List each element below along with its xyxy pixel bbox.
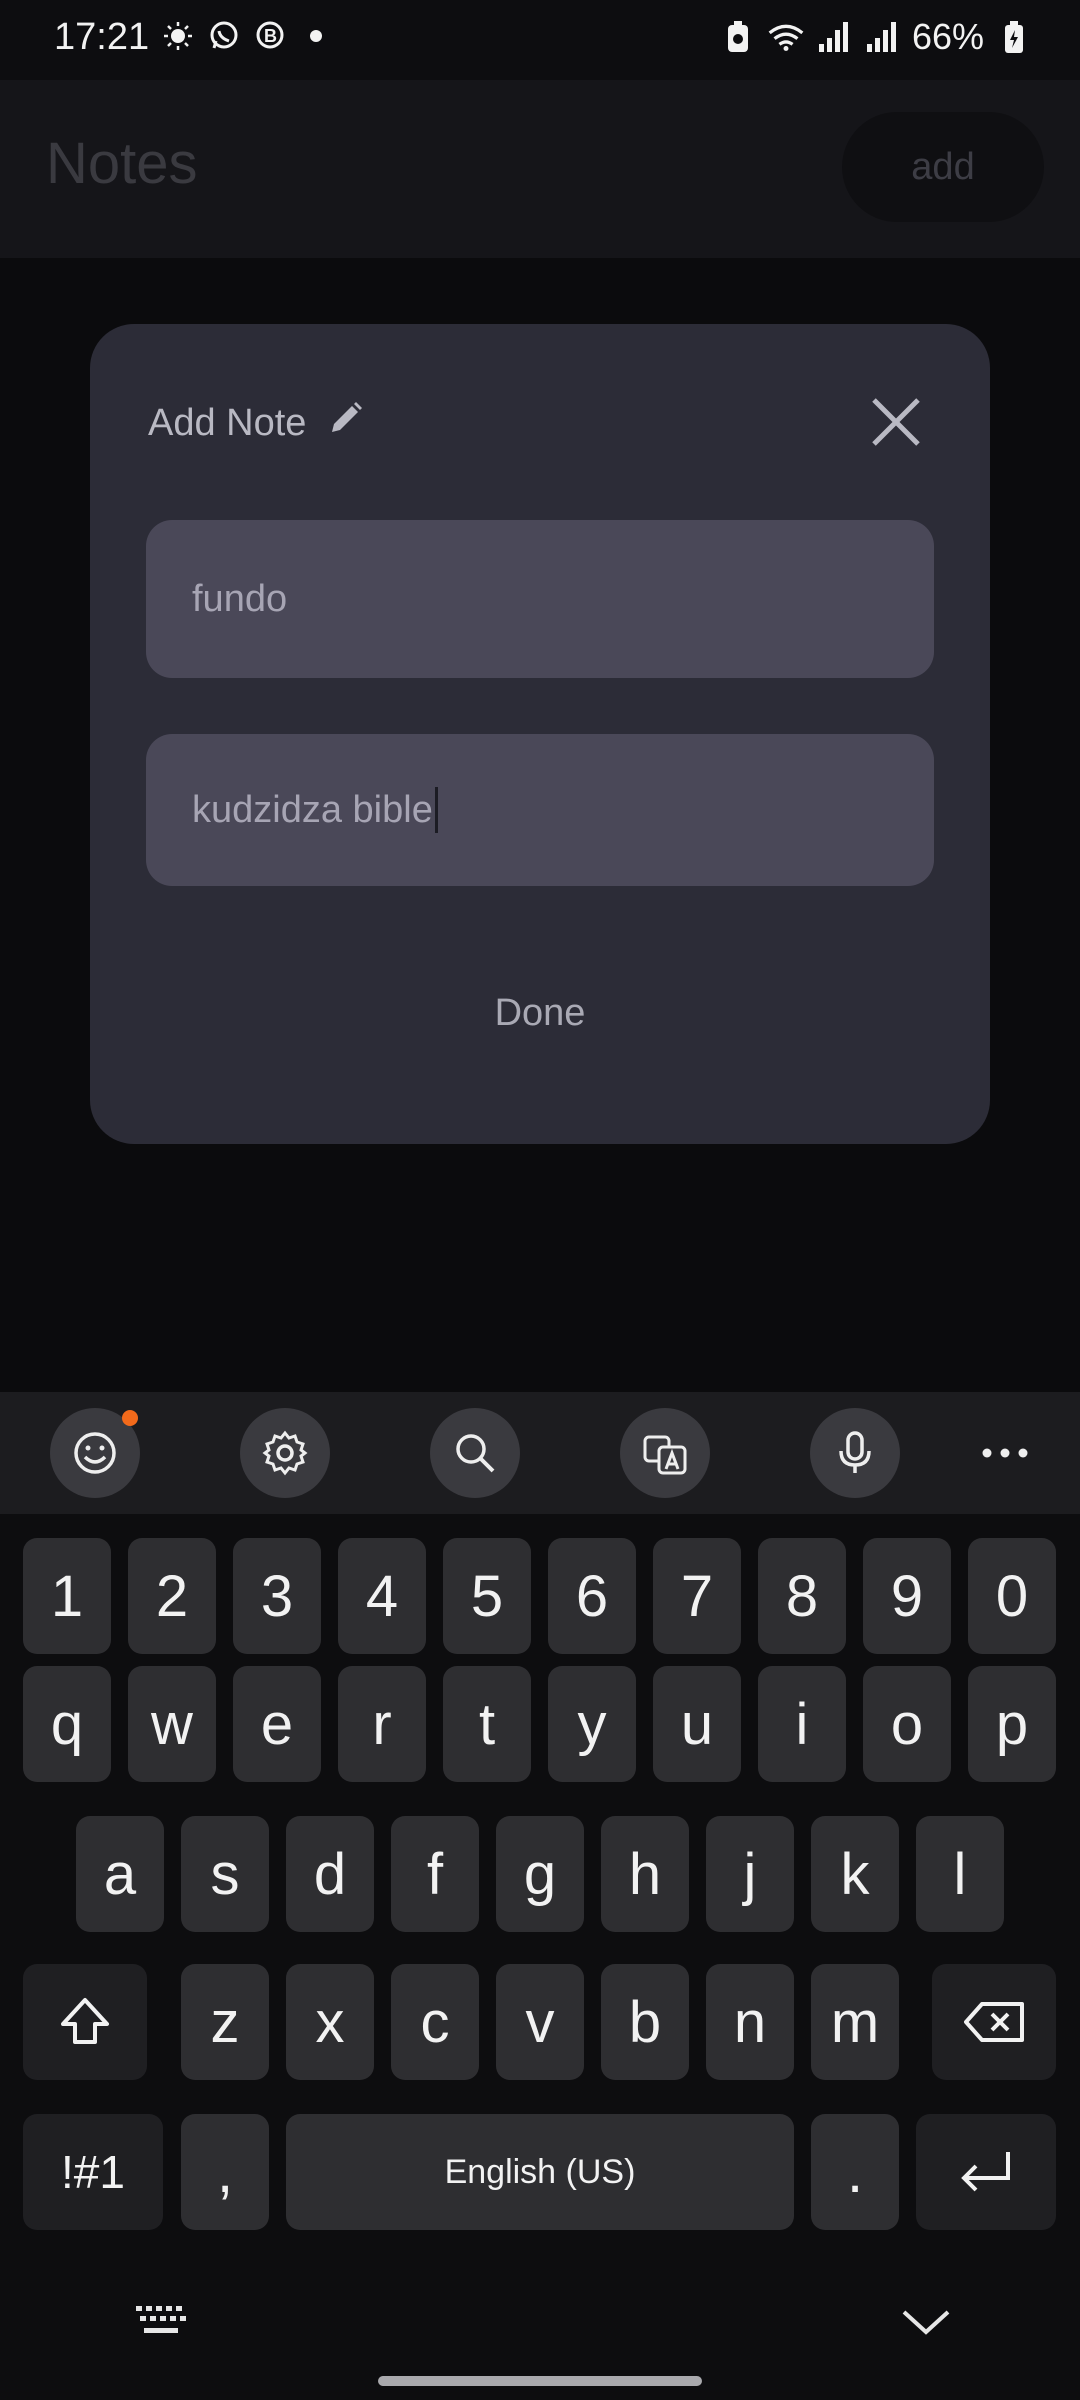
- key-4[interactable]: 4: [338, 1538, 426, 1654]
- key-s[interactable]: s: [181, 1816, 269, 1932]
- backspace-key[interactable]: [932, 1964, 1056, 2080]
- keyboard: 1 2 3 4 5 6 7 8 9 0 q w e r t y u i o p …: [0, 1392, 1080, 2400]
- space-key[interactable]: English (US): [286, 2114, 794, 2230]
- key-a[interactable]: a: [76, 1816, 164, 1932]
- key-0[interactable]: 0: [968, 1538, 1056, 1654]
- battery-saver-icon: [720, 19, 756, 55]
- keyboard-icon: [136, 2306, 186, 2333]
- status-bar: 17:21 B 66%: [0, 0, 1080, 80]
- key-3[interactable]: 3: [233, 1538, 321, 1654]
- add-note-button[interactable]: add: [842, 112, 1044, 222]
- chevron-down-icon: [902, 2310, 950, 2335]
- key-m[interactable]: m: [811, 1964, 899, 2080]
- backspace-icon: [964, 2002, 1024, 2042]
- key-6[interactable]: 6: [548, 1538, 636, 1654]
- note-body-input[interactable]: kudzidza bible: [146, 734, 934, 886]
- note-body-value: kudzidza bible: [192, 788, 433, 831]
- brightness-icon: [160, 18, 196, 54]
- key-c[interactable]: c: [391, 1964, 479, 2080]
- keyboard-toolbar: [0, 1392, 1080, 1514]
- more-options-button[interactable]: [960, 1408, 1050, 1498]
- page-title: Notes: [46, 131, 198, 196]
- more-horizontal-icon: [982, 1448, 1028, 1458]
- key-r[interactable]: r: [338, 1666, 426, 1782]
- keyboard-switch-button[interactable]: [134, 2304, 190, 2345]
- note-title-value: fundo: [192, 577, 288, 620]
- key-p[interactable]: p: [968, 1666, 1056, 1782]
- shift-key[interactable]: [23, 1964, 147, 2080]
- note-title-input[interactable]: fundo: [146, 520, 934, 678]
- key-x[interactable]: x: [286, 1964, 374, 2080]
- key-5[interactable]: 5: [443, 1538, 531, 1654]
- home-indicator[interactable]: [378, 2376, 702, 2386]
- text-cursor: [434, 787, 438, 833]
- app-header: Notes add: [0, 80, 1080, 258]
- key-7[interactable]: 7: [653, 1538, 741, 1654]
- close-button[interactable]: [866, 392, 926, 452]
- close-icon: [872, 398, 920, 446]
- key-1[interactable]: 1: [23, 1538, 111, 1654]
- key-z[interactable]: z: [181, 1964, 269, 2080]
- key-d[interactable]: d: [286, 1816, 374, 1932]
- key-t[interactable]: t: [443, 1666, 531, 1782]
- comma-key[interactable]: ,: [181, 2114, 269, 2230]
- search-button[interactable]: [430, 1408, 520, 1498]
- add-note-dialog: Add Note fundo kudzidza bible Done: [90, 324, 990, 1144]
- enter-key[interactable]: [916, 2114, 1056, 2230]
- key-f[interactable]: f: [391, 1816, 479, 1932]
- symbols-key[interactable]: !#1: [23, 2114, 163, 2230]
- key-k[interactable]: k: [811, 1816, 899, 1932]
- key-h[interactable]: h: [601, 1816, 689, 1932]
- key-w[interactable]: w: [128, 1666, 216, 1782]
- key-j[interactable]: j: [706, 1816, 794, 1932]
- notification-dot: [122, 1410, 138, 1426]
- dialog-title: Add Note: [148, 400, 364, 446]
- done-button[interactable]: Done: [90, 992, 990, 1035]
- wifi-icon: [768, 19, 804, 55]
- key-o[interactable]: o: [863, 1666, 951, 1782]
- microphone-icon: [839, 1431, 871, 1473]
- key-g[interactable]: g: [496, 1816, 584, 1932]
- status-system-icons: 66%: [720, 16, 1032, 58]
- whatsapp-icon: [206, 18, 242, 54]
- settings-button[interactable]: [240, 1408, 330, 1498]
- status-time: 17:21: [54, 16, 150, 58]
- key-2[interactable]: 2: [128, 1538, 216, 1654]
- key-n[interactable]: n: [706, 1964, 794, 2080]
- shift-icon: [61, 1998, 109, 2044]
- more-notifications-dot-icon: [298, 18, 334, 54]
- hide-keyboard-button[interactable]: [900, 2306, 952, 2343]
- voice-input-button[interactable]: [810, 1408, 900, 1498]
- svg-text:B: B: [264, 26, 277, 46]
- key-q[interactable]: q: [23, 1666, 111, 1782]
- key-u[interactable]: u: [653, 1666, 741, 1782]
- signal-1-icon: [816, 19, 852, 55]
- key-b[interactable]: b: [601, 1964, 689, 2080]
- key-9[interactable]: 9: [863, 1538, 951, 1654]
- key-e[interactable]: e: [233, 1666, 321, 1782]
- signal-2-icon: [864, 19, 900, 55]
- status-notification-icons: B: [160, 18, 334, 54]
- key-8[interactable]: 8: [758, 1538, 846, 1654]
- dialog-title-text: Add Note: [148, 401, 307, 444]
- key-v[interactable]: v: [496, 1964, 584, 2080]
- search-icon: [456, 1434, 495, 1473]
- key-y[interactable]: y: [548, 1666, 636, 1782]
- key-l[interactable]: l: [916, 1816, 1004, 1932]
- whatsapp-business-icon: B: [252, 18, 288, 54]
- battery-percent: 66%: [911, 16, 984, 57]
- translate-button[interactable]: [620, 1408, 710, 1498]
- emoji-icon: [74, 1432, 116, 1474]
- period-key[interactable]: .: [811, 2114, 899, 2230]
- key-i[interactable]: i: [758, 1666, 846, 1782]
- emoji-button[interactable]: [50, 1408, 140, 1498]
- battery-charging-icon: [996, 19, 1032, 55]
- gear-icon: [262, 1430, 308, 1476]
- enter-icon: [961, 2152, 1010, 2192]
- translate-icon: [643, 1435, 687, 1475]
- pencil-icon: [328, 400, 364, 446]
